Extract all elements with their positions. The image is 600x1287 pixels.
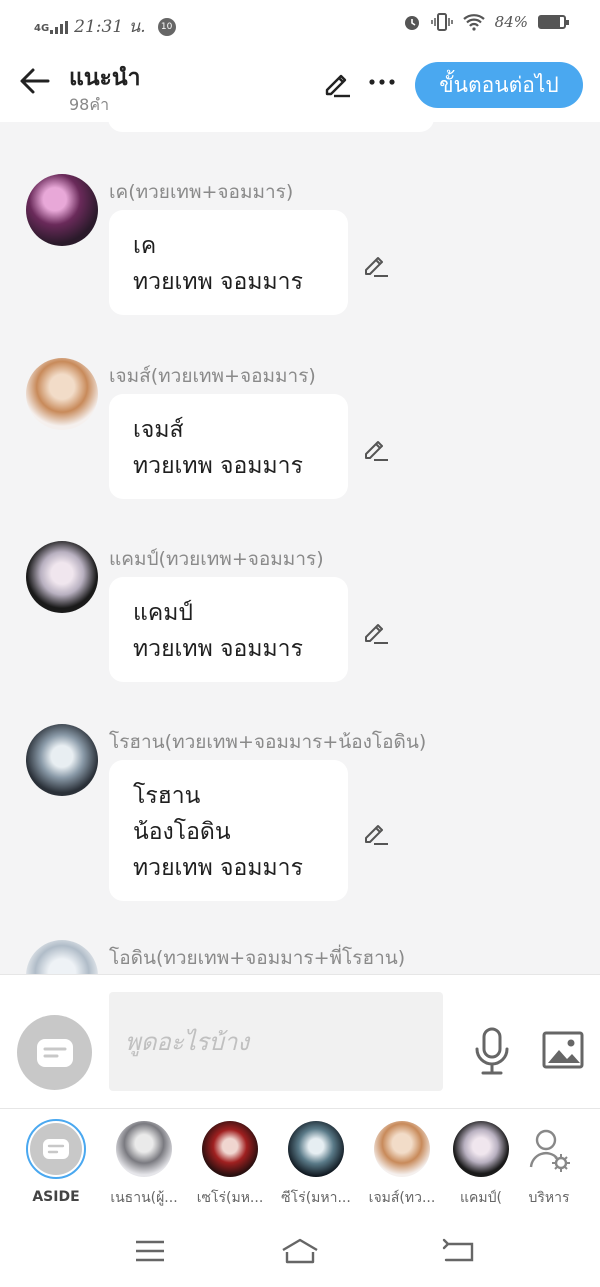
avatar[interactable] — [26, 358, 98, 430]
message-line: ทวยเทพ จอมมาร — [133, 636, 303, 662]
avatar[interactable] — [26, 940, 98, 974]
message-bubble[interactable]: เค ทวยเทพ จอมมาร — [109, 210, 348, 315]
user-settings-icon — [529, 1129, 570, 1172]
message-bubble-partial — [108, 122, 434, 132]
avatar — [374, 1121, 430, 1177]
composer — [0, 974, 600, 1108]
battery-icon — [538, 15, 569, 29]
pencil-icon[interactable] — [322, 68, 352, 98]
chat-area[interactable]: เค(ทวยเทพ+จอมมาร) เค ทวยเทพ จอมมาร เจมส์… — [0, 122, 600, 974]
message-line: ทวยเทพ จอมมาร — [133, 855, 303, 881]
image-icon[interactable] — [542, 1031, 584, 1069]
menu-icon[interactable] — [132, 1236, 168, 1266]
word-count: 98คำ — [69, 95, 110, 114]
vibrate-icon — [430, 13, 453, 31]
message-line: ทวยเทพ จอมมาร — [133, 453, 303, 479]
battery-percent: 84% — [494, 13, 528, 31]
narration-icon — [36, 1038, 73, 1067]
character-item[interactable]: เนธาน(ผู้... — [101, 1121, 187, 1209]
wifi-icon — [462, 14, 485, 31]
message-line: แคมป์ — [133, 600, 193, 626]
avatar — [288, 1121, 344, 1177]
avatar — [116, 1121, 172, 1177]
message-line: น้องโอดิน — [133, 819, 231, 845]
sender-name: แคมป์(ทวยเทพ+จอมมาร) — [109, 548, 324, 570]
message-bubble[interactable]: เจมส์ ทวยเทพ จอมมาร — [109, 394, 348, 499]
character-label: เจมส์(ทว... — [368, 1190, 436, 1206]
character-item[interactable]: เจมส์(ทว... — [359, 1121, 445, 1209]
avatar[interactable] — [26, 174, 98, 246]
character-label: เนธาน(ผู้... — [110, 1190, 178, 1206]
edit-message-icon[interactable] — [362, 250, 390, 278]
message-line: เจมส์ — [133, 417, 184, 443]
edit-message-icon[interactable] — [362, 617, 390, 645]
character-label: ASIDE — [32, 1189, 80, 1205]
sender-name: โรฮาน(ทวยเทพ+จอมมาร+น้องโอดิน) — [109, 731, 427, 753]
avatar[interactable] — [26, 724, 98, 796]
character-aside[interactable]: ASIDE — [13, 1119, 99, 1205]
aside-toggle-button[interactable] — [17, 1015, 92, 1090]
sender-name: โอดิน(ทวยเทพ+จอมมาร+พี่โรฮาน) — [109, 947, 406, 969]
avatar — [202, 1121, 258, 1177]
more-dots-icon[interactable] — [368, 68, 396, 96]
message-line: ทวยเทพ จอมมาร — [133, 269, 303, 295]
system-nav-bar — [0, 1214, 600, 1287]
message-bubble[interactable]: แคมป์ ทวยเทพ จอมมาร — [109, 577, 348, 682]
character-item[interactable]: ซีโร่(มหา... — [273, 1121, 359, 1209]
network-type: 4G — [34, 22, 50, 34]
manage-characters-button[interactable]: บริหาร — [506, 1121, 592, 1209]
avatar — [453, 1121, 509, 1177]
top-bar: แนะนำ 98คำ ขั้นตอนต่อไป — [0, 48, 600, 122]
next-step-button[interactable]: ขั้นตอนต่อไป — [415, 62, 583, 108]
message-bubble[interactable]: โรฮาน น้องโอดิน ทวยเทพ จอมมาร — [109, 760, 348, 901]
character-label: เซโร่(มห... — [196, 1190, 264, 1206]
character-item[interactable]: เซโร่(มห... — [187, 1121, 273, 1209]
sender-name: เจมส์(ทวยเทพ+จอมมาร) — [109, 365, 316, 387]
avatar[interactable] — [26, 541, 98, 613]
narration-icon — [43, 1139, 69, 1159]
page-title: แนะนำ — [69, 65, 141, 91]
clock: 21:31 น. — [74, 17, 146, 37]
character-selector: ASIDE เนธาน(ผู้... เซโร่(มห... ซีโร่(มหา… — [0, 1108, 600, 1214]
message-line: เค — [133, 233, 157, 259]
edit-message-icon[interactable] — [362, 818, 390, 846]
signal-icon — [50, 20, 69, 34]
character-label: ซีโร่(มหา... — [281, 1190, 351, 1206]
character-label: บริหาร — [528, 1190, 570, 1206]
alarm-icon — [404, 16, 419, 30]
status-bar: 4G 21:31 น. 10 84% — [0, 0, 600, 48]
home-icon[interactable] — [280, 1236, 320, 1266]
notification-count-badge: 10 — [157, 17, 176, 36]
back-arrow-icon[interactable] — [18, 64, 52, 98]
message-line: โรฮาน — [133, 783, 201, 809]
microphone-icon[interactable] — [472, 1027, 512, 1075]
message-input[interactable] — [109, 992, 443, 1091]
back-return-icon[interactable] — [440, 1236, 476, 1266]
edit-message-icon[interactable] — [362, 434, 390, 462]
aside-avatar — [26, 1119, 86, 1179]
sender-name: เค(ทวยเทพ+จอมมาร) — [109, 181, 294, 203]
